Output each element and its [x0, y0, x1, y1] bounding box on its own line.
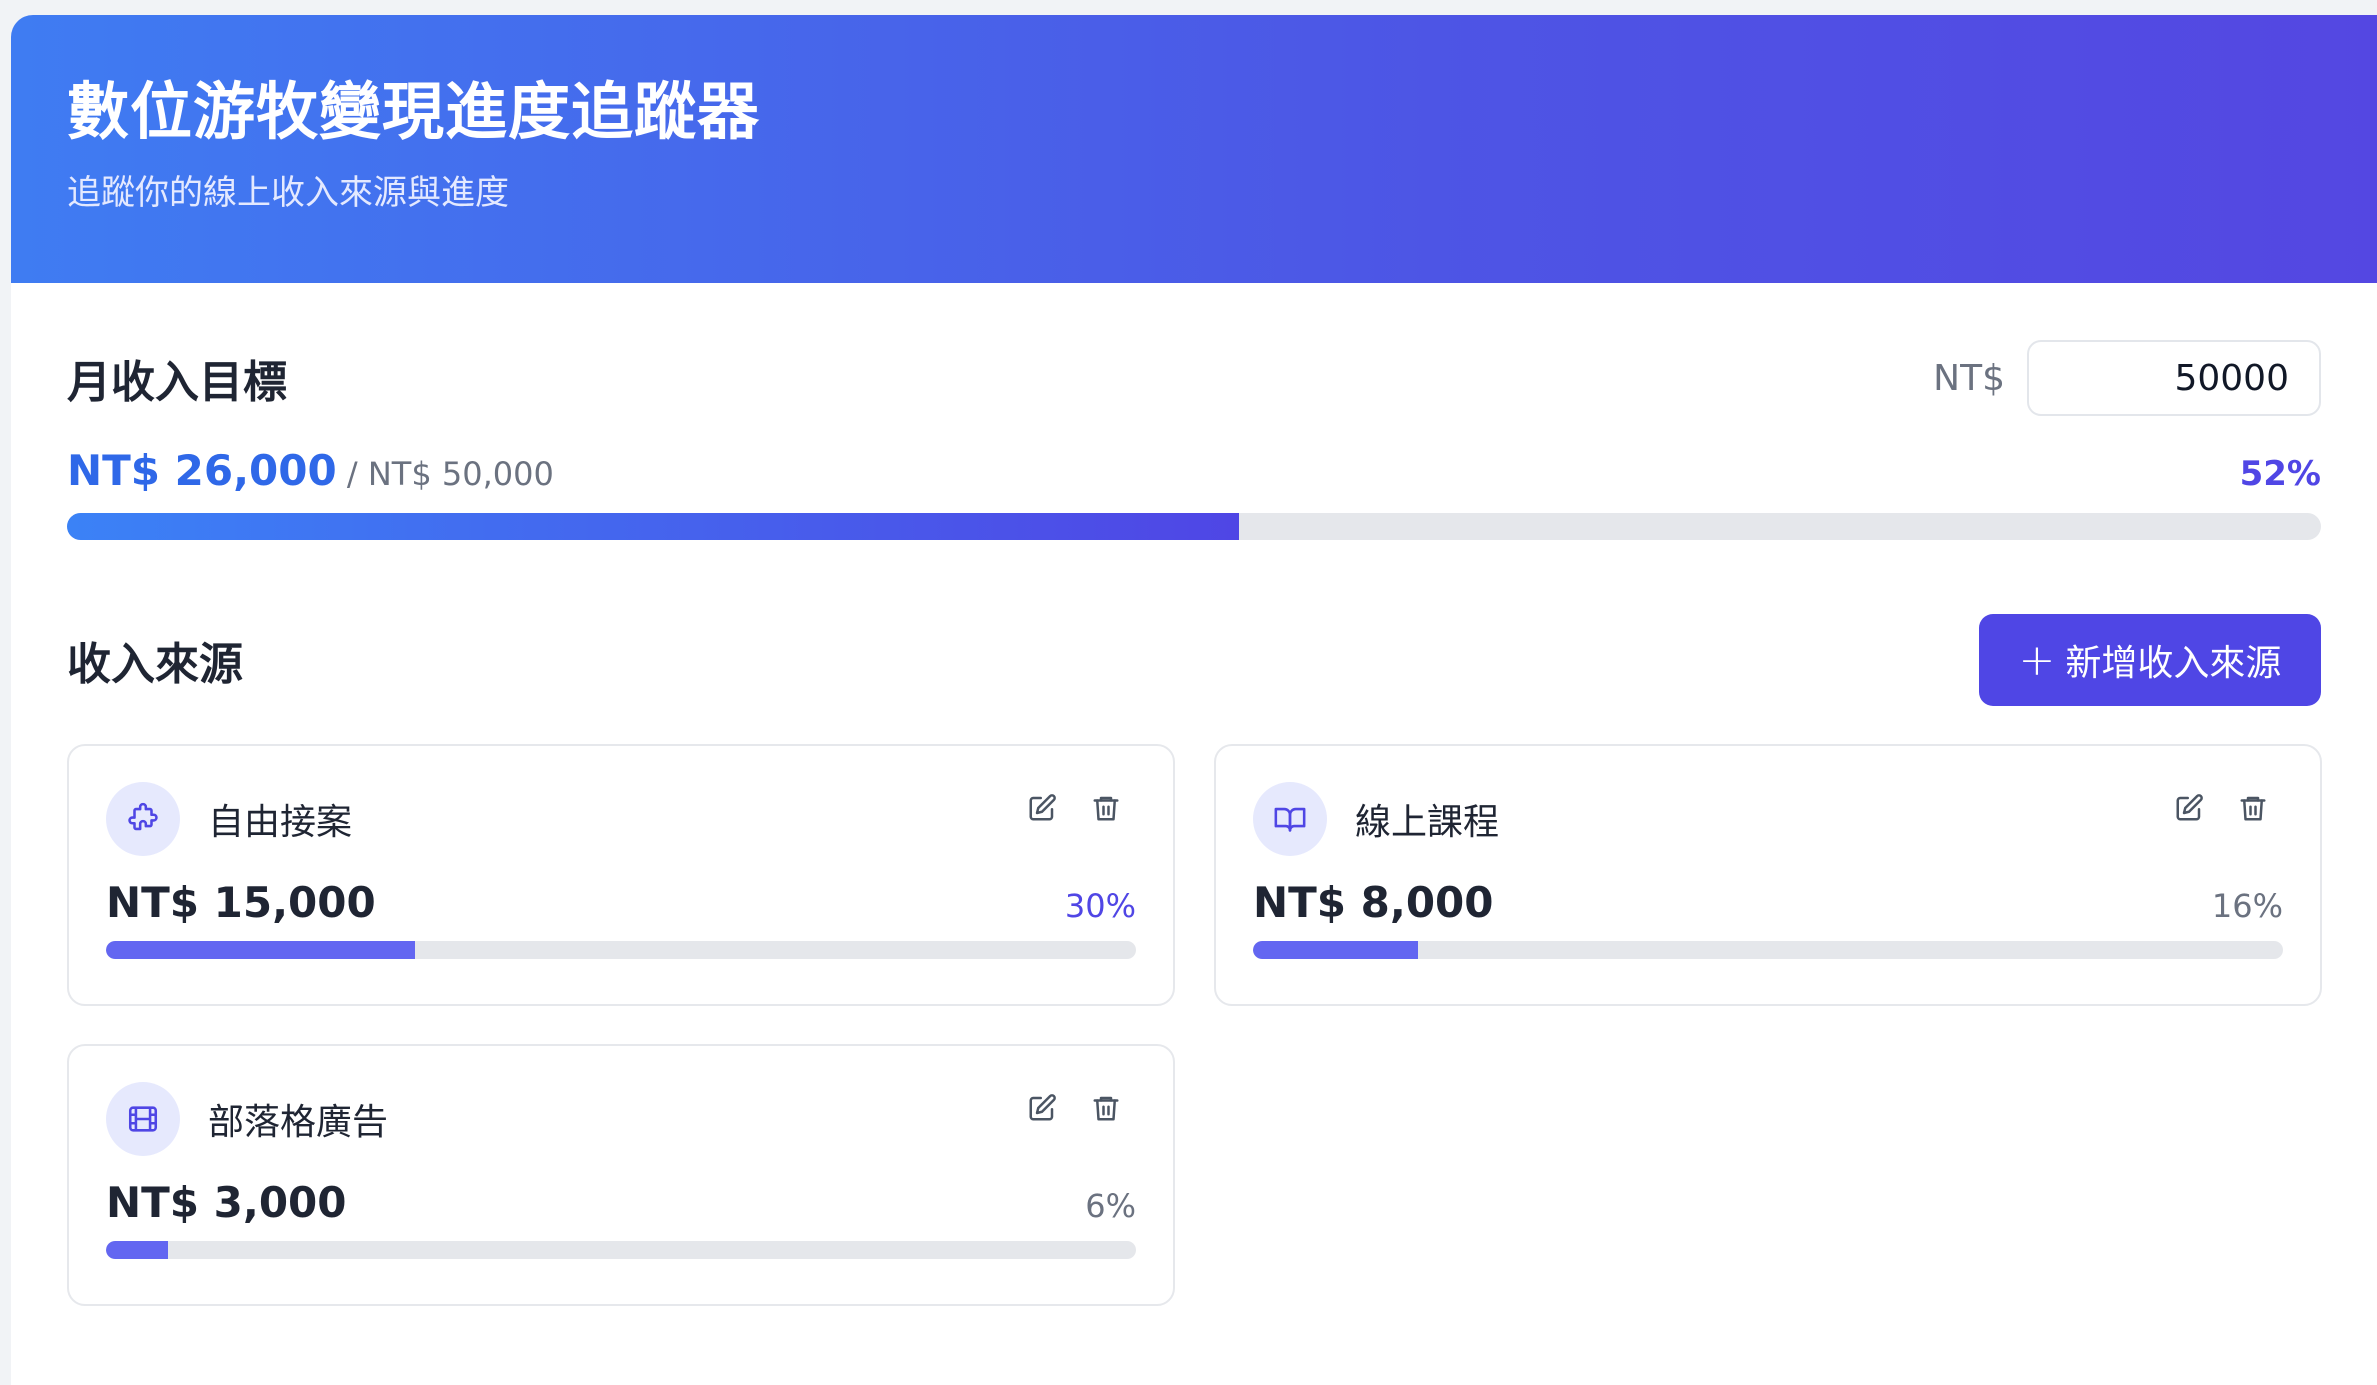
add-source-label: 新增收入來源 — [2065, 643, 2282, 684]
goal-progress-bar — [67, 513, 2321, 540]
sources-list: 自由接案 NT$ 15,000 30% 線上課程 NT$ 8,000 16% 部… — [67, 744, 2322, 1306]
source-amount: NT$ 15,000 — [106, 878, 376, 927]
book-icon — [1253, 782, 1327, 856]
trash-icon[interactable] — [1088, 1090, 1124, 1126]
app-window: 數位游牧變現進度追蹤器 追蹤你的線上收入來源與進度 月收入目標 NT$ NT$ … — [11, 15, 2377, 1385]
source-percent: 6% — [1085, 1187, 1136, 1225]
film-icon — [106, 1082, 180, 1156]
source-card: 部落格廣告 NT$ 3,000 6% — [67, 1044, 1175, 1306]
source-percent: 16% — [2211, 887, 2283, 925]
source-progress-bar — [106, 941, 1136, 959]
source-card: 自由接案 NT$ 15,000 30% — [67, 744, 1175, 1006]
page-subtitle: 追蹤你的線上收入來源與進度 — [67, 173, 509, 214]
goal-input-group: NT$ — [1933, 340, 2321, 416]
trash-icon[interactable] — [2235, 790, 2271, 826]
current-amount: NT$ 26,000 — [67, 446, 337, 495]
source-progress-fill — [106, 941, 415, 959]
source-name: 線上課程 — [1355, 802, 1500, 843]
trash-icon[interactable] — [1088, 790, 1124, 826]
monthly-goal-input[interactable] — [2027, 340, 2321, 416]
goal-section-title: 月收入目標 — [67, 357, 287, 408]
goal-row: 月收入目標 NT$ — [67, 340, 2321, 416]
edit-icon[interactable] — [2171, 790, 2207, 826]
goal-amounts: NT$ 26,000 / NT$ 50,000 — [67, 446, 554, 495]
sources-header: 收入來源 + 新增收入來源 — [67, 614, 2321, 706]
main-content: 月收入目標 NT$ NT$ 26,000 / NT$ 50,000 52% 收入… — [11, 340, 2377, 1306]
goal-percent: 52% — [2239, 454, 2321, 494]
source-card: 線上課程 NT$ 8,000 16% — [1214, 744, 2322, 1006]
page-title: 數位游牧變現進度追蹤器 — [67, 75, 761, 148]
goal-progress-fill — [67, 513, 1240, 540]
sources-section-title: 收入來源 — [67, 639, 243, 690]
plus-icon: + — [2018, 634, 2056, 686]
source-progress-fill — [106, 1241, 168, 1259]
source-progress-fill — [1253, 941, 1418, 959]
edit-icon[interactable] — [1024, 1090, 1060, 1126]
edit-icon[interactable] — [1024, 790, 1060, 826]
add-source-button[interactable]: + 新增收入來源 — [1979, 614, 2321, 706]
header: 數位游牧變現進度追蹤器 追蹤你的線上收入來源與進度 — [11, 15, 2377, 283]
source-progress-bar — [1253, 941, 2283, 959]
source-name: 自由接案 — [208, 802, 353, 843]
source-amount: NT$ 8,000 — [1253, 878, 1494, 927]
puzzle-icon — [106, 782, 180, 856]
source-name: 部落格廣告 — [208, 1102, 389, 1143]
goal-progress-text: NT$ 26,000 / NT$ 50,000 52% — [67, 446, 2321, 495]
source-percent: 30% — [1064, 887, 1136, 925]
source-progress-bar — [106, 1241, 1136, 1259]
source-amount: NT$ 3,000 — [106, 1178, 347, 1227]
currency-label: NT$ — [1933, 357, 2005, 399]
target-amount: / NT$ 50,000 — [336, 455, 554, 493]
